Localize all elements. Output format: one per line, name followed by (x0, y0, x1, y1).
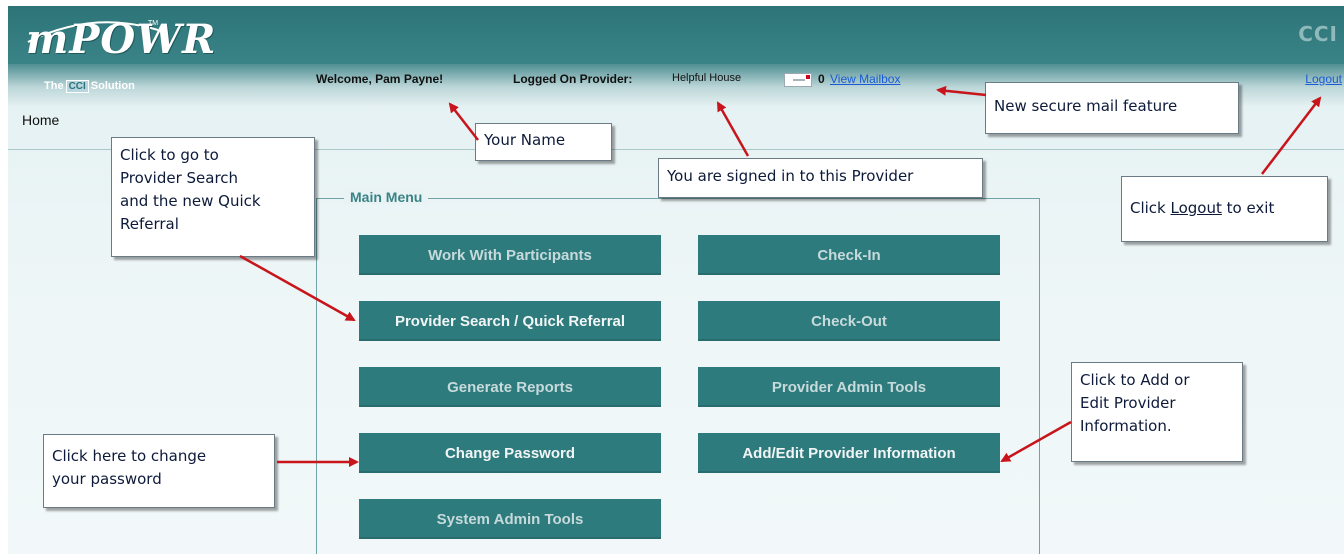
arrow-to-logout (1261, 96, 1322, 175)
arrow-to-provider (716, 101, 750, 157)
annotation-arrows (239, 85, 1322, 467)
arrow-to-mailbox (936, 85, 987, 97)
arrow-to-provider-search (239, 254, 356, 322)
arrow-to-add-edit (1000, 420, 1072, 463)
arrow-to-your-name (448, 102, 479, 141)
